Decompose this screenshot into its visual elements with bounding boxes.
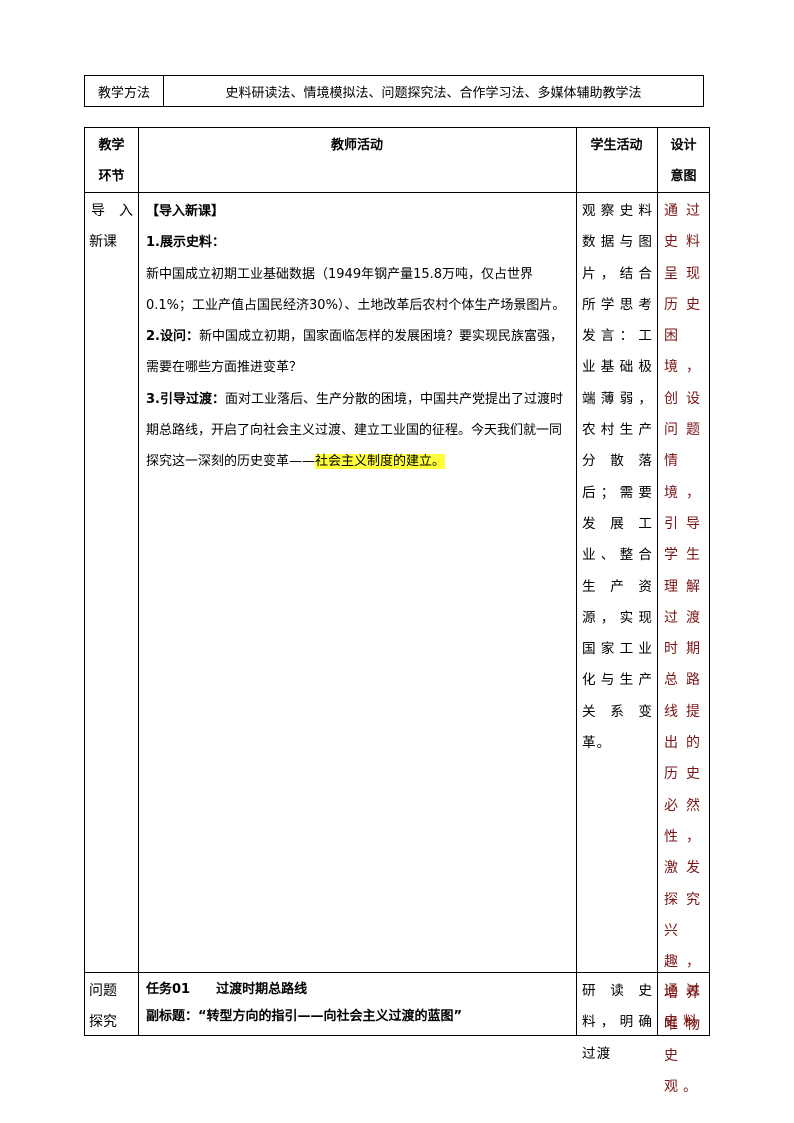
task-subtitle: 副标题：“转型方向的指引——向社会主义过渡的蓝图” bbox=[146, 1009, 463, 1024]
teacher-activity-intro: 【导入新课】 1.展示史料： 新中国成立初期工业基础数据（1949年钢产量15.… bbox=[138, 192, 576, 478]
header-design-intent: 设计 意图 bbox=[670, 138, 697, 184]
step1-text: 新中国成立初期工业基础数据（1949年钢产量15.8万吨，仅占世界0.1%；工业… bbox=[146, 266, 566, 313]
step2: 2.设问：新中国成立初期，国家面临怎样的发展困境？要实现民族富强，需要在哪些方面… bbox=[146, 329, 563, 376]
lesson-plan-table: 教学 环节 教师活动 学生活动 设计 意图 导入 新课 【导入新课】 1.展示史… bbox=[84, 127, 710, 1095]
highlighted-text: 社会主义制度的建立。 bbox=[315, 454, 446, 470]
header-stage: 教学 环节 bbox=[98, 138, 125, 184]
step3: 3.引导过渡：面对工业落后、生产分散的困境，中国共产党提出了过渡时期总路线，开启… bbox=[146, 391, 563, 470]
design-intent-inquiry: 通过史料 bbox=[664, 983, 705, 1031]
student-activity-intro: 观察史料数据与图片，结合所学思考发言：工业基础极端薄弱，农村生产分散落后；需要发… bbox=[582, 203, 653, 752]
teacher-activity-inquiry: 任务01 过渡时期总路线 副标题：“转型方向的指引——向社会主义过渡的蓝图” bbox=[138, 972, 576, 1030]
stage-inquiry: 问题 探究 bbox=[89, 983, 117, 1030]
step1-title: 1.展示史料： bbox=[146, 235, 225, 251]
teaching-method-label: 教学方法 bbox=[85, 76, 164, 106]
teaching-method-table: 教学方法 史料研读法、情境模拟法、问题探究法、合作学习法、多媒体辅助教学法 bbox=[84, 75, 704, 107]
section-title: 【导入新课】 bbox=[146, 204, 225, 219]
task-title: 任务01 过渡时期总路线 bbox=[146, 982, 308, 997]
teaching-method-value: 史料研读法、情境模拟法、问题探究法、合作学习法、多媒体辅助教学法 bbox=[225, 85, 642, 101]
header-student-activity: 学生活动 bbox=[590, 138, 643, 153]
header-teacher-activity: 教师活动 bbox=[330, 138, 383, 153]
student-activity-inquiry: 研读史料，明确过渡 bbox=[582, 983, 653, 1062]
design-intent-intro: 通过史料呈现历史困境，创设问题情境，引导学生理解过渡时期总路线提出的历史必然性，… bbox=[664, 203, 705, 1096]
stage-intro: 导入 新课 bbox=[89, 203, 133, 250]
